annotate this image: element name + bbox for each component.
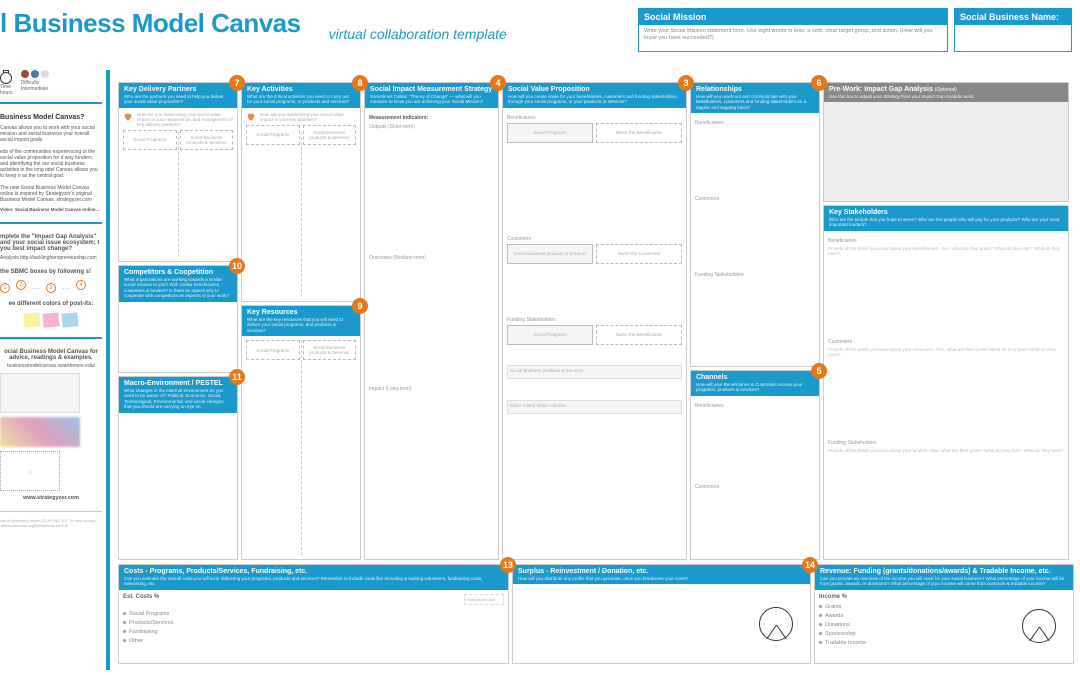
badge-3: 3: [678, 75, 694, 91]
step-2-icon: 2: [16, 280, 26, 290]
timer-meta: Time hours: [0, 70, 13, 96]
cost-item: Social Programs: [123, 611, 504, 617]
block-macro-pestel[interactable]: 11 Macro-Environment / PESTELWhat change…: [118, 376, 238, 560]
difficulty-dots-icon: [21, 70, 49, 78]
block-prework-impact-gap[interactable]: Pre-Work: Impact Gap Analysis (Optional)…: [823, 82, 1069, 202]
top-input-fields: Social Mission Write your Social Mission…: [638, 8, 1072, 52]
block-revenue[interactable]: Revenue: Funding (grants/donations/award…: [814, 564, 1074, 664]
postit-legend: [0, 313, 102, 327]
revenue-item: Sponsorship: [819, 631, 1009, 637]
analysis-link[interactable]: Analysis http://tacklingheropreneurship.…: [0, 255, 102, 261]
cost-item: Products/Services: [123, 620, 504, 626]
business-name-label: Social Business Name:: [955, 9, 1071, 25]
pie-chart-icon: [759, 607, 793, 641]
social-mission-field[interactable]: Social Mission Write your Social Mission…: [638, 8, 948, 52]
cost-item: Other: [123, 638, 504, 644]
sidebar: Time hours Difficulty Intermediate Busin…: [0, 70, 110, 670]
sidebar-text-1: Canvas allows you to work with your soci…: [0, 125, 102, 179]
block-social-value-proposition[interactable]: 3 Social Value PropositionHow will you c…: [502, 82, 687, 560]
video-link[interactable]: Video: Social Business Model Canvas onli…: [0, 207, 102, 212]
badge-5: 5: [811, 363, 827, 379]
badge-11: 11: [229, 369, 245, 385]
block-key-stakeholders[interactable]: Key StakeholdersWho are the people that …: [823, 205, 1069, 560]
timer-icon: [0, 70, 12, 84]
block-costs[interactable]: 13 Costs - Programs, Products/Services, …: [118, 564, 509, 664]
block-surplus[interactable]: 14 Surplus - Reinvestment / Donation, et…: [512, 564, 811, 664]
block-competitors[interactable]: 10 Competitors & CoopetitionWhat organiz…: [118, 265, 238, 373]
block-channels[interactable]: 5 ChannelsHow will your Beneficiaries & …: [690, 370, 820, 560]
heart-icon: [123, 112, 133, 122]
social-mission-label: Social Mission: [639, 9, 947, 25]
difficulty-meta: Difficulty Intermediate: [21, 70, 49, 96]
badge-4: 4: [490, 75, 506, 91]
revenue-item: Donations: [819, 622, 1009, 628]
block-key-resources[interactable]: 9 Key ResourcesWhat are the key resource…: [241, 305, 361, 560]
revenue-item: Grants: [819, 604, 1009, 610]
page-title: l Business Model Canvas: [0, 8, 301, 39]
badge-10: 10: [229, 258, 245, 274]
block-social-impact-measurement[interactable]: 4 Social Impact Measurement StrategySome…: [364, 82, 499, 560]
revenue-item: Tradable Income: [819, 640, 1009, 646]
badge-9: 9: [352, 298, 368, 314]
example-thumbnail: [0, 417, 80, 447]
heart-icon: [246, 112, 256, 122]
step-indicator: 1 2 ⋯ 3 ⋯ 4: [0, 283, 102, 293]
pie-chart-icon: [1022, 609, 1056, 643]
step-1-icon: 1: [0, 283, 10, 293]
canvas-area: 7 Key Delivery PartnersWho are the partn…: [118, 82, 1074, 669]
block-key-delivery-partners[interactable]: 7 Key Delivery PartnersWho are the partn…: [118, 82, 238, 262]
license-text: vas is (licensed) under CC-BY-NC 4.0. To…: [0, 518, 102, 528]
site-link[interactable]: businessmodelcanvas.swarthmore.edu/: [0, 363, 102, 369]
revenue-item: Awards: [819, 613, 1009, 619]
badge-14: 14: [802, 557, 818, 573]
cost-item: Fundraising: [123, 629, 504, 635]
block-key-activities[interactable]: 8 Key ActivitiesWhat are the critical ac…: [241, 82, 361, 302]
badge-8: 8: [352, 75, 368, 91]
blue-postit-icon: [61, 312, 78, 327]
yellow-postit-icon: [23, 312, 40, 327]
block-relationships[interactable]: 6 RelationshipsHow will you reach out an…: [690, 82, 820, 367]
step-3-icon: 3: [46, 283, 56, 293]
step-4-icon: 4: [76, 280, 86, 290]
social-mission-hint: Write your Social Mission statement here…: [639, 25, 947, 51]
strategyzer-logo: ◯: [0, 451, 60, 491]
badge-7: 7: [229, 75, 245, 91]
canvas-thumbnail: [0, 373, 80, 413]
strategyzer-link[interactable]: www.strategyzer.com: [0, 495, 102, 501]
sidebar-heading-1: Business Model Canvas?: [0, 114, 102, 121]
badge-13: 13: [500, 557, 516, 573]
badge-6: 6: [811, 75, 827, 91]
pink-postit-icon: [42, 312, 59, 327]
business-name-field[interactable]: Social Business Name:: [954, 8, 1072, 52]
page-subtitle: virtual collaboration template: [329, 26, 507, 42]
